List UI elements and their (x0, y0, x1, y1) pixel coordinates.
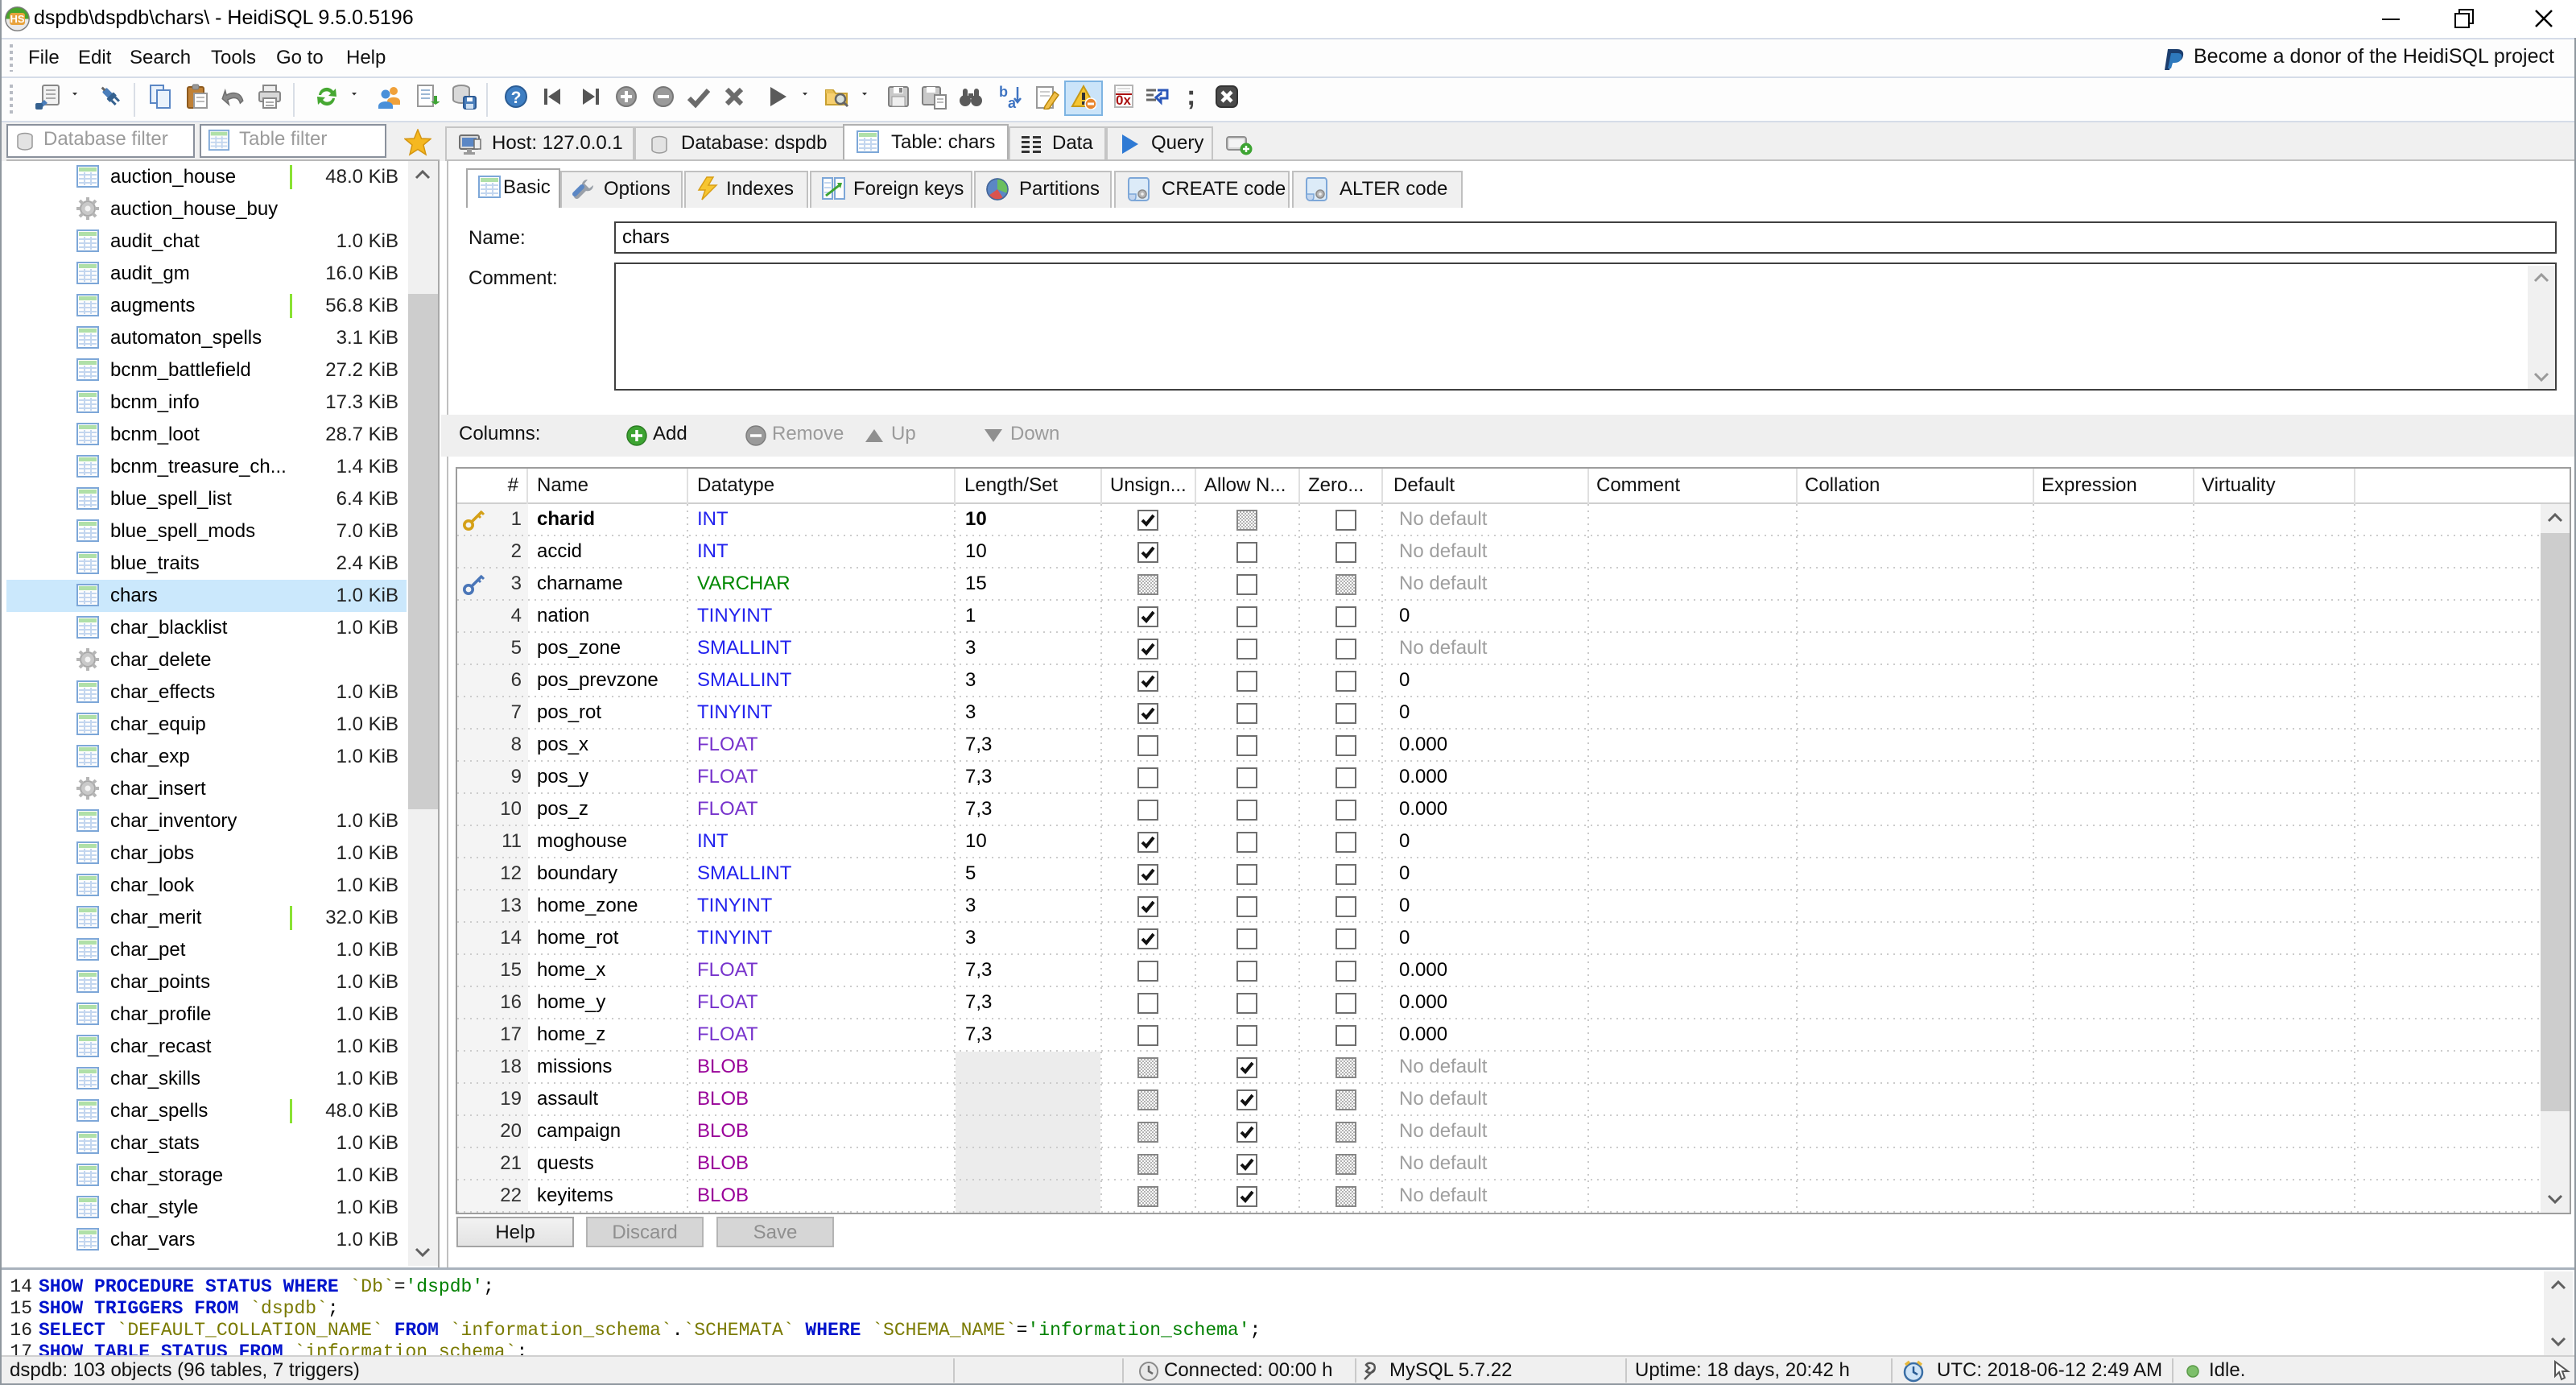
svg-text:a: a (1008, 95, 1017, 110)
svg-text:;: ; (1187, 84, 1195, 110)
svg-text:HS: HS (10, 13, 24, 25)
svg-text:b: b (999, 84, 1008, 100)
svg-text:?: ? (511, 89, 522, 107)
